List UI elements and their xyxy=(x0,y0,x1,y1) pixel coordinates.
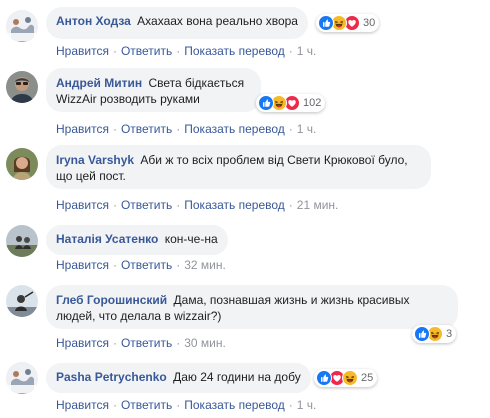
comment-text: кон-че-на xyxy=(164,232,218,246)
avatar[interactable] xyxy=(6,10,38,42)
comment-bubble: Наталія Усатенко кон-че-на xyxy=(46,225,228,255)
like-link[interactable]: Нравится xyxy=(56,44,109,58)
comment-thread: Антон Ходза Ахахаах вона реально хвора 3… xyxy=(0,0,490,418)
reactions-summary[interactable]: 25 xyxy=(314,369,378,387)
show-translation-link[interactable]: Показать перевод xyxy=(184,44,285,58)
comment-actions: Нравится · Ответить · 32 мин. xyxy=(56,258,226,272)
like-link[interactable]: Нравится xyxy=(56,398,109,412)
avatar-image xyxy=(6,362,38,394)
like-link[interactable]: Нравится xyxy=(56,336,109,350)
reaction-count: 102 xyxy=(303,97,322,109)
comment-author[interactable]: Андрей Митин xyxy=(56,76,142,90)
comment-author[interactable]: Iryna Varshyk xyxy=(56,153,134,167)
comment-text: що цей пост. xyxy=(56,169,126,183)
reply-link[interactable]: Ответить xyxy=(121,398,172,412)
avatar-image xyxy=(6,225,38,257)
comment-author[interactable]: Pasha Petrychenko xyxy=(56,370,167,384)
reply-link[interactable]: Ответить xyxy=(121,122,172,136)
avatar-image xyxy=(6,148,38,180)
comment-actions: Нравится · Ответить · 30 мин. xyxy=(56,336,226,350)
like-link[interactable]: Нравится xyxy=(56,258,109,272)
comment-bubble: Андрей Митин Света бідкається WizzAir ро… xyxy=(46,68,261,112)
comment-actions: Нравится · Ответить · Показать перевод · 1 ч. xyxy=(56,44,317,58)
show-translation-link[interactable]: Показать перевод xyxy=(184,398,285,412)
comment-text: Аби ж то всіх проблем від Свети Крюкової… xyxy=(140,153,408,167)
haha-reaction-icon xyxy=(342,370,358,386)
like-reaction-icon xyxy=(318,15,334,31)
avatar-image xyxy=(6,285,38,317)
reaction-count: 25 xyxy=(361,372,374,384)
reply-link[interactable]: Ответить xyxy=(121,336,172,350)
show-translation-link[interactable]: Показать перевод xyxy=(184,122,285,136)
reply-link[interactable]: Ответить xyxy=(121,198,172,212)
comment-author[interactable]: Антон Ходза xyxy=(56,14,131,28)
avatar[interactable] xyxy=(6,285,38,317)
reactions-summary[interactable]: 30 xyxy=(316,14,380,32)
comment-text: Даю 24 години на добу xyxy=(173,370,301,384)
comment-text: Дама, познавшая жизнь и жизнь красивых xyxy=(173,293,410,307)
avatar[interactable] xyxy=(6,148,38,180)
like-link[interactable]: Нравится xyxy=(56,198,109,212)
comment-bubble: Глеб Горошинский Дама, познавшая жизнь и… xyxy=(46,285,458,329)
comment-actions: Нравится · Ответить · Показать перевод · 21 ми… xyxy=(56,198,339,212)
reaction-count: 30 xyxy=(363,17,376,29)
like-reaction-icon xyxy=(316,370,332,386)
comment-bubble: Pasha Petrychenko Даю 24 години на добу xyxy=(46,363,311,393)
comment-actions: Нравится · Ответить · Показать перевод · 1 ч. xyxy=(56,398,317,412)
reactions-summary[interactable]: 3 xyxy=(412,325,457,343)
comment-timestamp[interactable]: 21 мин. xyxy=(297,198,339,212)
comment-timestamp[interactable]: 30 мин. xyxy=(184,336,226,350)
comment-bubble: Iryna Varshyk Аби ж то всіх проблем від … xyxy=(46,145,431,189)
comment-timestamp[interactable]: 1 ч. xyxy=(297,122,317,136)
comment-timestamp[interactable]: 32 мин. xyxy=(184,258,226,272)
reply-link[interactable]: Ответить xyxy=(121,258,172,272)
reaction-count: 3 xyxy=(446,328,453,340)
avatar-image xyxy=(6,10,38,42)
reactions-summary[interactable]: 102 xyxy=(256,94,326,112)
avatar[interactable] xyxy=(6,225,38,257)
show-translation-link[interactable]: Показать перевод xyxy=(184,198,285,212)
like-reaction-icon xyxy=(414,326,430,342)
like-link[interactable]: Нравится xyxy=(56,122,109,136)
like-reaction-icon xyxy=(258,95,274,111)
comment-text: WizzAir розводить руками xyxy=(56,92,200,106)
comment-author[interactable]: Наталія Усатенко xyxy=(56,232,158,246)
reply-link[interactable]: Ответить xyxy=(121,44,172,58)
comment-text: Ахахаах вона реально хвора xyxy=(137,14,298,28)
comment-actions: Нравится · Ответить · Показать перевод · 1 ч. xyxy=(56,122,317,136)
comment-timestamp[interactable]: 1 ч. xyxy=(297,398,317,412)
comment-author[interactable]: Глеб Горошинский xyxy=(56,293,167,307)
comment-timestamp[interactable]: 1 ч. xyxy=(297,44,317,58)
comment-text: Света бідкається xyxy=(148,76,245,90)
comment-bubble: Антон Ходза Ахахаах вона реально хвора xyxy=(46,7,308,39)
avatar[interactable] xyxy=(6,71,38,103)
avatar-image xyxy=(6,71,38,103)
avatar[interactable] xyxy=(6,362,38,394)
comment-text: людей, что делала в wizzair?) xyxy=(56,309,222,323)
